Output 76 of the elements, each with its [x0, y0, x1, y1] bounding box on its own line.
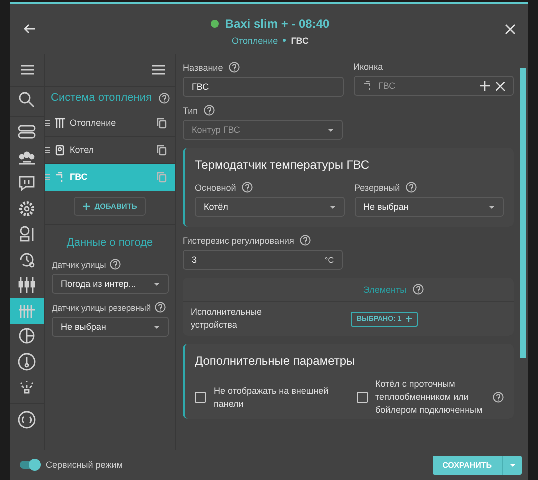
help-icon[interactable]: [412, 284, 424, 295]
checkbox[interactable]: [356, 392, 368, 403]
boiler-icon: [55, 144, 65, 156]
card-title: Дополнительные параметры: [195, 354, 356, 368]
select-field[interactable]: Погода из интер...: [52, 274, 169, 294]
section-title: Система отопления: [51, 92, 152, 104]
search-icon[interactable]: [18, 90, 36, 109]
column-heading: Элементы: [363, 284, 407, 294]
radio-icon: [18, 410, 36, 429]
breadcrumb-separator: [283, 39, 286, 42]
history-icon: [18, 250, 36, 269]
close-icon: [504, 24, 516, 34]
field-label: Датчик улицы: [52, 260, 106, 270]
clear-icon[interactable]: [496, 82, 505, 90]
help-icon[interactable]: [204, 105, 216, 116]
breadcrumb-current: ГВС: [291, 36, 309, 46]
tap-icon: [362, 81, 372, 91]
help-icon[interactable]: [300, 235, 312, 246]
plus-icon[interactable]: [480, 81, 490, 91]
save-options-button[interactable]: [502, 456, 522, 474]
drag-handle-icon[interactable]: [45, 146, 50, 154]
card-title: Термодатчик температуры ГВС: [195, 158, 371, 172]
name-field[interactable]: ГВС: [183, 77, 344, 97]
field-label: Основной: [195, 182, 236, 192]
drag-handle-icon[interactable]: [45, 120, 50, 126]
pie-icon: [18, 327, 36, 346]
plus-icon: [82, 203, 90, 210]
help-icon[interactable]: [493, 392, 504, 403]
circuit-item[interactable]: Отопление: [45, 110, 175, 137]
checkbox-label: Не отображать на внешней панели: [214, 384, 330, 410]
checkbox-label: Котёл с проточным теплообменником или бойлером подключенным: [376, 378, 484, 417]
circuit-label: Отопление: [70, 118, 118, 128]
help-icon[interactable]: [159, 92, 170, 104]
help-icon[interactable]: [110, 259, 122, 270]
help-icon[interactable]: [406, 182, 418, 193]
select-field[interactable]: Котёл: [195, 197, 344, 217]
copy-icon[interactable]: [157, 144, 167, 156]
field-label: Тип: [183, 106, 198, 116]
back-arrow-icon: [24, 23, 36, 35]
row-label: Исполнительные устройства: [191, 306, 264, 332]
field-label: Иконка: [354, 62, 384, 72]
field-label: Датчик улицы резервный: [52, 302, 152, 312]
scrollbar-thumb[interactable]: [520, 68, 526, 358]
sparkle-icon: [18, 378, 36, 396]
menu-icon[interactable]: [20, 65, 34, 75]
breadcrumb-link[interactable]: Отопление: [232, 36, 278, 46]
copy-icon[interactable]: [157, 118, 167, 128]
plus-icon: [406, 316, 412, 322]
boiler-icon: [18, 225, 36, 244]
gear-icon: [18, 200, 36, 218]
help-icon[interactable]: [155, 302, 166, 313]
service-mode-toggle[interactable]: [20, 461, 40, 469]
alert-icon: [18, 174, 36, 192]
select-field[interactable]: Не выбран: [354, 197, 504, 217]
sliders-icon: [18, 276, 36, 294]
tap-icon: [55, 172, 65, 182]
section-title: Данные о погоде: [66, 236, 154, 251]
help-icon[interactable]: [242, 182, 254, 193]
device-title: Baxi slim + - 08:40: [225, 16, 330, 30]
unit-label: °C: [325, 256, 334, 264]
field-label: Название: [183, 62, 224, 72]
toggle-label: Сервисный режим: [46, 460, 123, 470]
menu-icon[interactable]: [152, 65, 165, 75]
help-icon[interactable]: [229, 62, 240, 73]
field-label: Резервный: [354, 182, 400, 192]
thermometer-icon: [18, 352, 36, 371]
select-field[interactable]: Не выбран: [52, 317, 169, 337]
radiator-icon: [55, 118, 65, 128]
field-label: Гистерезис регулирования: [183, 236, 294, 246]
circuit-label: ГВС: [70, 172, 89, 182]
controller-icon: [18, 123, 36, 142]
icon-field[interactable]: ГВС: [354, 76, 514, 96]
hysteresis-field[interactable]: 3 °C: [183, 250, 343, 270]
checkbox[interactable]: [195, 392, 206, 403]
drag-handle-icon[interactable]: [45, 174, 50, 180]
circuit-label: Котел: [70, 145, 96, 155]
